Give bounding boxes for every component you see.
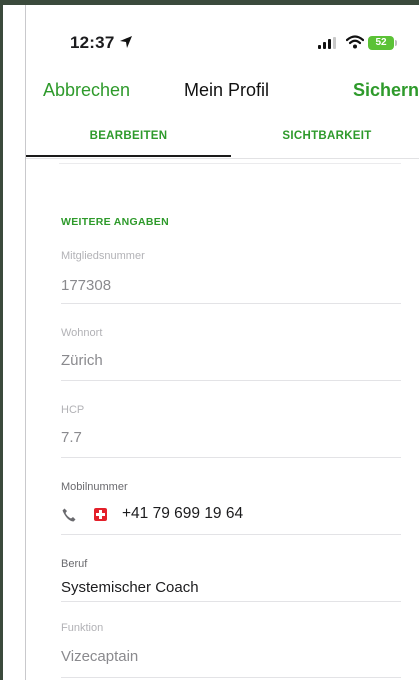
divider: [61, 303, 401, 304]
function-value: Vizecaptain: [61, 648, 139, 665]
divider: [61, 380, 401, 381]
residence-label: Wohnort: [61, 327, 103, 339]
active-tab-indicator: [26, 155, 231, 157]
phone-screen: 12:37 52 Abbrechen Mein Profil Sichern B…: [25, 5, 419, 680]
device-frame: 12:37 52 Abbrechen Mein Profil Sichern B…: [0, 0, 419, 680]
page-title: Mein Profil: [184, 80, 270, 100]
tab-sichtbarkeit[interactable]: SICHTBARKEIT: [231, 123, 419, 159]
status-time: 12:37: [70, 33, 115, 52]
hcp-value: 7.7: [61, 429, 82, 446]
divider: [61, 457, 401, 458]
wifi-icon: [346, 35, 364, 49]
phone-icon: [62, 508, 76, 522]
function-label: Funktion: [61, 622, 104, 634]
member-number-label: Mitgliedsnummer: [61, 250, 145, 262]
residence-value: Zürich: [61, 352, 103, 369]
hcp-label: HCP: [61, 404, 85, 416]
status-bar: 12:37 52: [26, 5, 419, 75]
mobile-label: Mobilnummer: [61, 481, 128, 493]
location-arrow-icon: [120, 36, 132, 48]
divider: [61, 677, 401, 678]
mobile-input[interactable]: +41 79 699 19 64: [122, 505, 243, 523]
member-number-value: 177308: [61, 277, 112, 294]
tab-bearbeiten[interactable]: BEARBEITEN: [26, 123, 231, 159]
divider: [61, 601, 401, 602]
swiss-flag-icon[interactable]: [94, 508, 107, 521]
battery-indicator: 52: [368, 36, 394, 50]
cellular-signal-icon: [318, 37, 336, 49]
profession-label: Beruf: [61, 558, 88, 570]
battery-nub: [395, 40, 397, 46]
section-header: WEITERE ANGABEN: [61, 216, 169, 228]
profession-input[interactable]: Systemischer Coach: [61, 579, 199, 596]
save-button[interactable]: Sichern: [353, 80, 419, 101]
divider: [59, 163, 401, 164]
cancel-button[interactable]: Abbrechen: [43, 80, 130, 101]
divider: [61, 534, 401, 535]
tab-bar: BEARBEITEN SICHTBARKEIT: [26, 123, 419, 159]
